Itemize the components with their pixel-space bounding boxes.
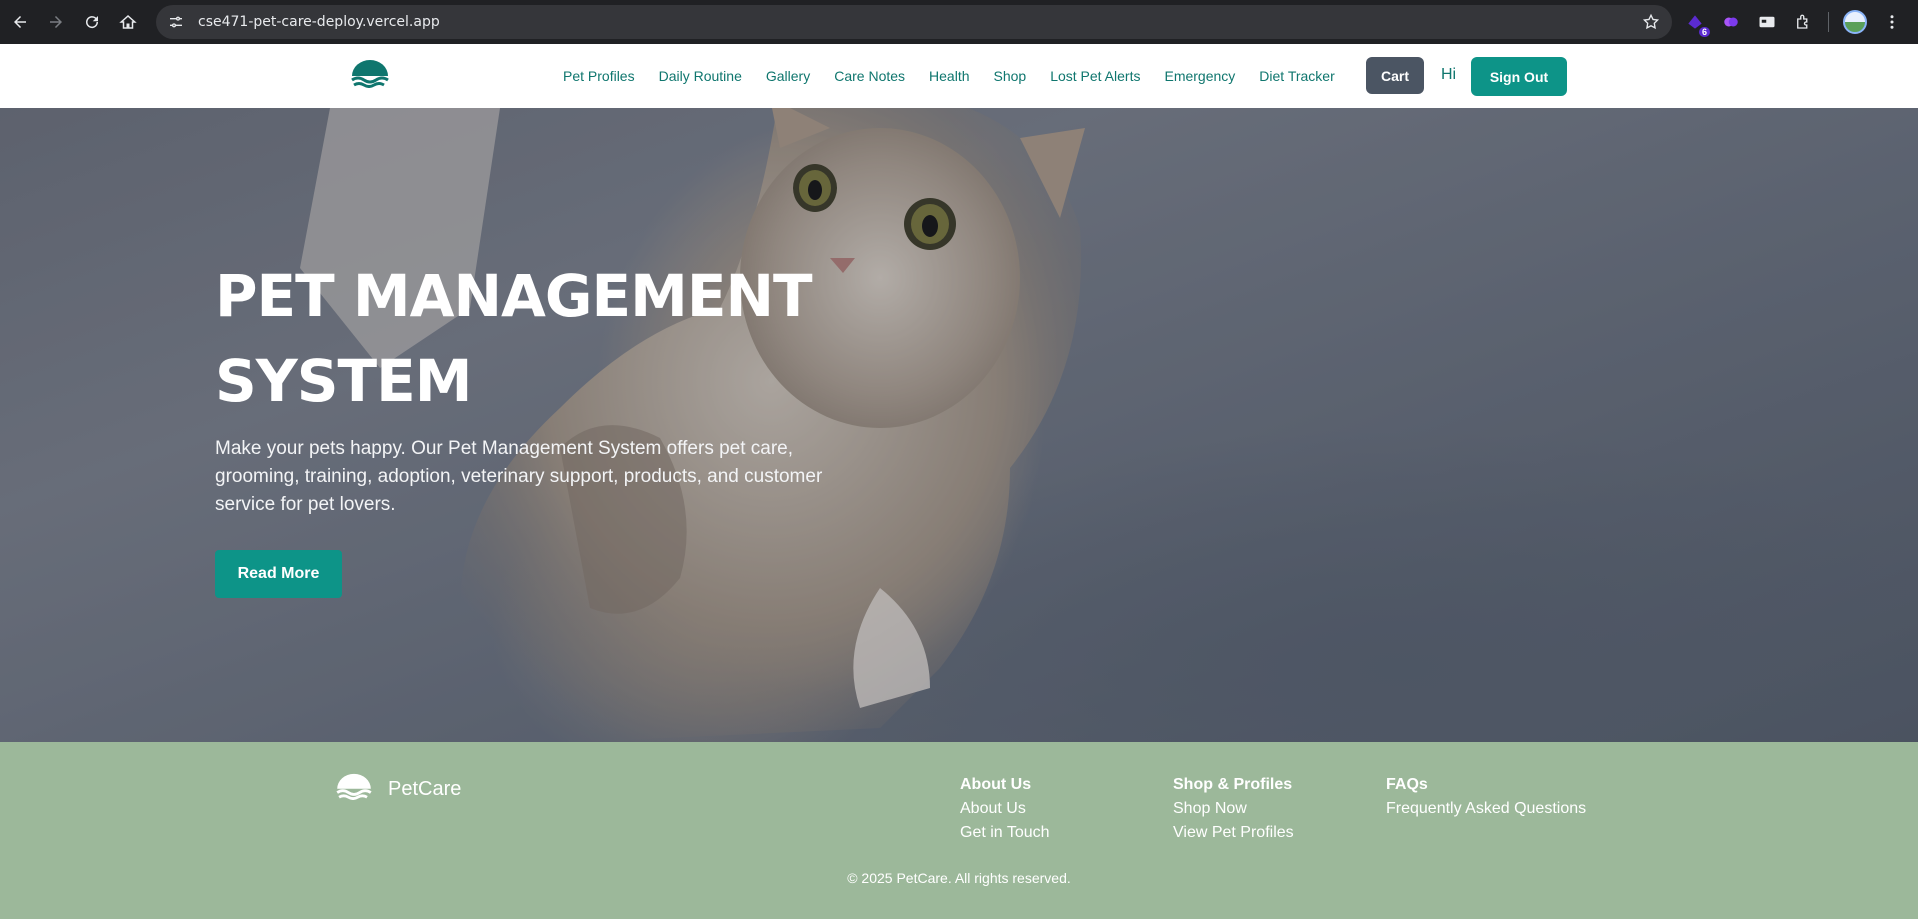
hero-title: PET MANAGEMENT SYSTEM	[215, 254, 915, 424]
user-greeting: Hi	[1441, 66, 1457, 83]
footer-link-get-in-touch[interactable]: Get in Touch	[960, 824, 1050, 842]
extension-badge: 6	[1698, 27, 1710, 37]
sign-out-button[interactable]: Sign Out	[1471, 57, 1567, 96]
footer-link-shop-now[interactable]: Shop Now	[1173, 800, 1294, 818]
browser-toolbar: cse471-pet-care-deploy.vercel.app 6	[0, 0, 1918, 44]
hero-title-line-1: PET MANAGEMENT	[215, 262, 813, 330]
nav-emergency[interactable]: Emergency	[1164, 68, 1235, 84]
nav-diet-tracker[interactable]: Diet Tracker	[1259, 68, 1334, 84]
site-settings-icon[interactable]	[168, 13, 186, 31]
nav-care-notes[interactable]: Care Notes	[834, 68, 905, 84]
footer-link-faq[interactable]: Frequently Asked Questions	[1386, 800, 1586, 818]
nav-shop[interactable]: Shop	[994, 68, 1027, 84]
back-icon[interactable]	[2, 4, 38, 40]
footer-heading-about: About Us	[960, 776, 1032, 793]
puzzle-extensions-icon[interactable]	[1792, 11, 1814, 33]
footer-column-faqs: FAQs Frequently Asked Questions	[1386, 776, 1586, 824]
nav-lost-pet-alerts[interactable]: Lost Pet Alerts	[1050, 68, 1140, 84]
nav-gallery[interactable]: Gallery	[766, 68, 810, 84]
main-nav: Pet Profiles Daily Routine Gallery Care …	[563, 44, 1359, 108]
cart-button[interactable]: Cart	[1366, 57, 1424, 94]
card-extension-icon[interactable]	[1756, 11, 1778, 33]
more-menu-icon[interactable]	[1881, 11, 1903, 33]
forward-icon[interactable]	[38, 4, 74, 40]
extension-icon[interactable]: 6	[1684, 11, 1710, 37]
address-bar[interactable]: cse471-pet-care-deploy.vercel.app	[156, 5, 1672, 39]
footer-heading-shop: Shop & Profiles	[1173, 776, 1293, 793]
bookmark-star-icon[interactable]	[1642, 13, 1660, 31]
footer-brand: PetCare	[388, 778, 462, 800]
nav-daily-routine[interactable]: Daily Routine	[659, 68, 742, 84]
footer-link-view-pet-profiles[interactable]: View Pet Profiles	[1173, 824, 1294, 842]
brain-extension-icon[interactable]	[1720, 11, 1742, 33]
hero-title-line-2: SYSTEM	[215, 347, 472, 415]
nav-pet-profiles[interactable]: Pet Profiles	[563, 68, 635, 84]
hero-overlay	[0, 108, 1918, 742]
reload-icon[interactable]	[74, 4, 110, 40]
profile-avatar-icon[interactable]	[1843, 10, 1867, 34]
footer-logo-icon	[336, 773, 372, 800]
home-icon[interactable]	[110, 4, 146, 40]
site-header: Pet Profiles Daily Routine Gallery Care …	[0, 44, 1918, 108]
site-footer: PetCare About Us About Us Get in Touch S…	[0, 742, 1918, 919]
hero-section: PET MANAGEMENT SYSTEM Make your pets hap…	[0, 108, 1918, 742]
footer-column-about: About Us About Us Get in Touch	[960, 776, 1050, 848]
extensions-area: 6	[1684, 0, 1903, 44]
petcare-logo-icon[interactable]	[350, 58, 390, 88]
read-more-button[interactable]: Read More	[215, 550, 342, 598]
url-text[interactable]: cse471-pet-care-deploy.vercel.app	[198, 14, 440, 30]
nav-health[interactable]: Health	[929, 68, 969, 84]
footer-heading-faqs: FAQs	[1386, 776, 1428, 793]
footer-link-about-us[interactable]: About Us	[960, 800, 1050, 818]
footer-column-shop: Shop & Profiles Shop Now View Pet Profil…	[1173, 776, 1294, 848]
toolbar-separator	[1828, 12, 1829, 32]
copyright-text: © 2025 PetCare. All rights reserved.	[847, 870, 1071, 886]
hero-description: Make your pets happy. Our Pet Management…	[215, 438, 823, 515]
